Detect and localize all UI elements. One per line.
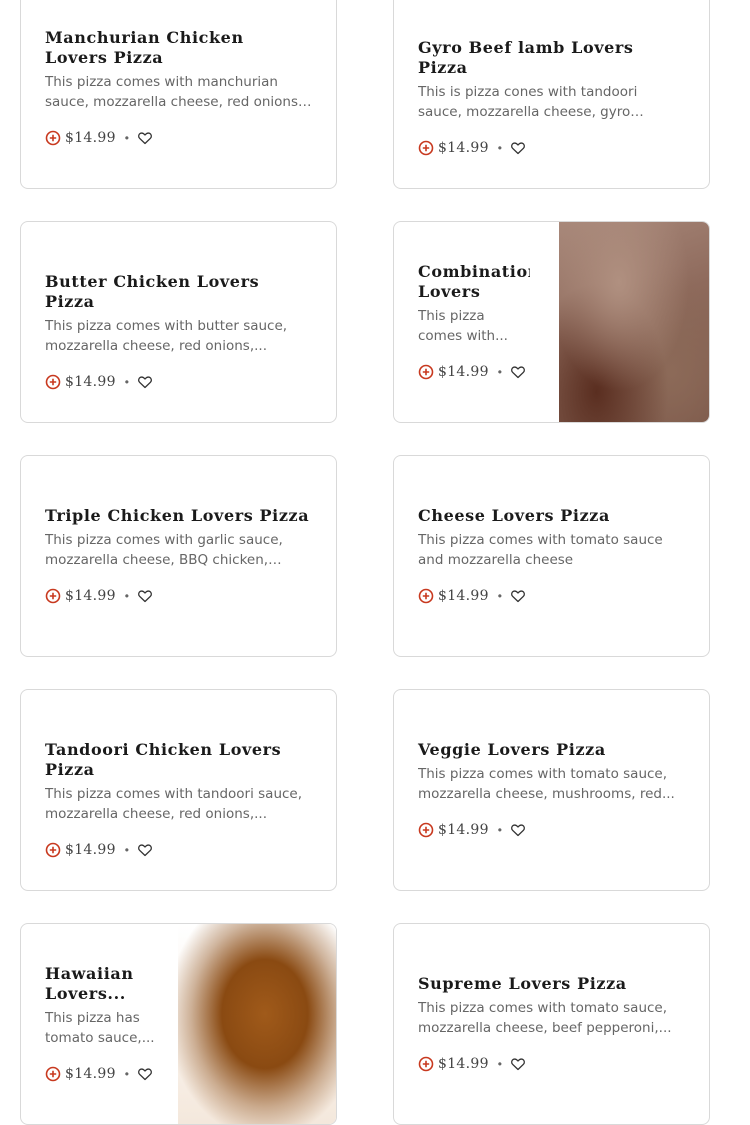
item-title: Triple Chicken Lovers Pizza <box>45 506 310 525</box>
item-image <box>178 924 336 1124</box>
item-price: $14.99 <box>438 364 489 380</box>
separator-dot: • <box>497 365 502 379</box>
separator-dot: • <box>124 843 129 857</box>
item-title: Combination Lovers Pizza <box>418 262 530 301</box>
price-row: $14.99 • <box>418 138 685 158</box>
separator-dot: • <box>497 589 502 603</box>
menu-item-card[interactable]: Tandoori Chicken Lovers Pizza This pizza… <box>20 689 337 891</box>
heart-outline-icon[interactable] <box>510 588 526 604</box>
item-title: Tandoori Chicken Lovers Pizza <box>45 740 282 779</box>
menu-item-card[interactable]: Hawaiian Lovers... This pizza has tomato… <box>20 923 337 1125</box>
heart-outline-icon[interactable] <box>137 374 153 390</box>
price-row: $14.99 • <box>45 840 312 860</box>
item-price: $14.99 <box>65 130 116 146</box>
add-circle-icon[interactable] <box>45 1066 61 1082</box>
separator-dot: • <box>124 589 129 603</box>
heart-outline-icon[interactable] <box>510 364 526 380</box>
item-description: This pizza comes with manchurian sauce, … <box>45 74 298 110</box>
add-circle-icon[interactable] <box>45 588 61 604</box>
item-price: $14.99 <box>438 588 489 604</box>
item-price: $14.99 <box>438 822 489 838</box>
item-title: Veggie Lovers Pizza <box>418 740 606 759</box>
separator-dot: • <box>124 1067 129 1081</box>
price-row: $14.99 • <box>418 1054 685 1074</box>
add-circle-icon[interactable] <box>45 842 61 858</box>
item-price: $14.99 <box>65 374 116 390</box>
item-title: Cheese Lovers Pizza <box>418 506 610 525</box>
item-title: Gyro Beef lamb Lovers Pizza <box>418 38 634 77</box>
item-title: Hawaiian Lovers... <box>45 964 134 1003</box>
add-circle-icon[interactable] <box>45 130 61 146</box>
item-image <box>559 222 709 422</box>
price-row: $14.99 • <box>45 586 312 606</box>
separator-dot: • <box>497 1057 502 1071</box>
item-description: This pizza comes with tandoori sauce, mo… <box>45 786 303 822</box>
add-circle-icon[interactable] <box>418 364 434 380</box>
heart-outline-icon[interactable] <box>137 842 153 858</box>
item-price: $14.99 <box>438 1056 489 1072</box>
menu-item-card[interactable]: Triple Chicken Lovers Pizza This pizza c… <box>20 455 337 657</box>
add-circle-icon[interactable] <box>418 1056 434 1072</box>
price-row: $14.99 • <box>45 1064 157 1084</box>
separator-dot: • <box>124 131 129 145</box>
heart-outline-icon[interactable] <box>510 1056 526 1072</box>
price-row: $14.99 • <box>45 128 312 148</box>
item-description: This pizza comes with butter sauce, mozz… <box>45 318 288 354</box>
heart-outline-icon[interactable] <box>510 140 526 156</box>
menu-item-card[interactable]: Cheese Lovers Pizza This pizza comes wit… <box>393 455 710 657</box>
add-circle-icon[interactable] <box>418 140 434 156</box>
item-title: Manchurian Chicken Lovers Pizza <box>45 28 244 67</box>
item-description: This pizza has tomato sauce,... <box>45 1010 155 1046</box>
price-row: $14.99 • <box>418 362 530 382</box>
item-price: $14.99 <box>65 588 116 604</box>
item-description: This is pizza cones with tandoori sauce,… <box>418 84 638 120</box>
heart-outline-icon[interactable] <box>137 588 153 604</box>
menu-item-card[interactable]: Butter Chicken Lovers Pizza This pizza c… <box>20 221 337 423</box>
item-price: $14.99 <box>438 140 489 156</box>
item-price: $14.99 <box>65 842 116 858</box>
price-row: $14.99 • <box>418 586 685 606</box>
price-row: $14.99 • <box>418 820 685 840</box>
separator-dot: • <box>124 375 129 389</box>
item-description: This pizza comes with tomato sauce, mozz… <box>418 766 675 802</box>
heart-outline-icon[interactable] <box>137 1066 153 1082</box>
menu-item-card[interactable]: Supreme Lovers Pizza This pizza comes wi… <box>393 923 710 1125</box>
add-circle-icon[interactable] <box>418 822 434 838</box>
menu-item-card[interactable]: Veggie Lovers Pizza This pizza comes wit… <box>393 689 710 891</box>
item-title: Butter Chicken Lovers Pizza <box>45 272 260 311</box>
separator-dot: • <box>497 141 502 155</box>
heart-outline-icon[interactable] <box>137 130 153 146</box>
item-description: This pizza comes with tomato sauce, mozz… <box>418 1000 672 1036</box>
separator-dot: • <box>497 823 502 837</box>
menu-item-card[interactable]: Gyro Beef lamb Lovers Pizza This is pizz… <box>393 0 710 189</box>
price-row: $14.99 • <box>45 372 312 392</box>
menu-item-card[interactable]: Combination Lovers Pizza This pizza come… <box>393 221 710 423</box>
item-title: Supreme Lovers Pizza <box>418 974 627 993</box>
menu-item-card[interactable]: Manchurian Chicken Lovers Pizza This piz… <box>20 0 337 189</box>
add-circle-icon[interactable] <box>418 588 434 604</box>
add-circle-icon[interactable] <box>45 374 61 390</box>
item-description: This pizza comes with... <box>418 308 508 344</box>
heart-outline-icon[interactable] <box>510 822 526 838</box>
item-price: $14.99 <box>65 1066 116 1082</box>
item-description: This pizza comes with garlic sauce, mozz… <box>45 532 283 568</box>
item-description: This pizza comes with tomato sauce and m… <box>418 532 663 568</box>
